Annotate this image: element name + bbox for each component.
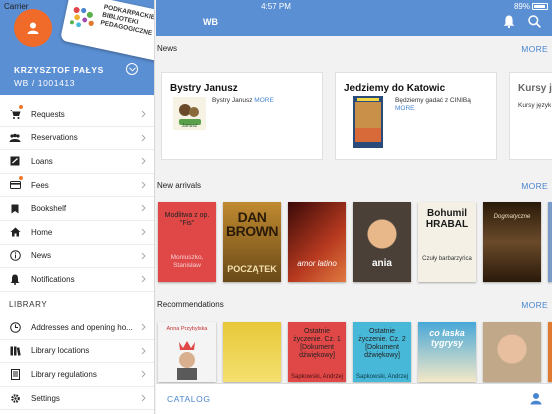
news-card[interactable]: Bystry Janusz Janusz Bystry Janusz MORE [161,72,323,160]
sidebar: PODKARPACKIE BIBLIOTEKI PEDAGOGICZNE KRZ… [0,0,155,414]
bell-icon [9,273,21,285]
library-heading: LIBRARY [9,300,48,309]
svg-text:Janusz: Janusz [182,123,198,129]
chevron-right-icon [141,157,146,165]
alert-badge [19,105,23,110]
news-card-title: Kursy j [518,83,552,94]
account-person-icon[interactable] [530,392,542,405]
chevron-right-icon [141,370,146,378]
search-icon[interactable] [528,15,541,28]
sidebar-item-requests[interactable]: Requests [0,103,154,127]
battery-percent: 89% [513,2,530,11]
document-icon [9,368,21,380]
battery-icon [532,3,548,10]
main-content: WB News MORE Bystry Janusz Janusz Bystry… [156,0,552,414]
bottom-bar: CATALOG [156,383,552,414]
news-card-title: Bystry Janusz [170,83,238,94]
news-card-more-link[interactable]: MORE [254,97,274,104]
sidebar-item-addresses[interactable]: Addresses and opening ho... [0,316,154,340]
sidebar-item-loans[interactable]: Loans [0,150,154,174]
book-cover-partial[interactable] [548,202,552,282]
books-icon [9,345,21,357]
library-menu: Addresses and opening ho... Library loca… [0,316,154,411]
battery-indicator: 89% [514,2,548,11]
cart-icon [9,105,23,120]
user-card-number: WB / 1001413 [14,78,76,88]
news-card-body: Bystry Janusz MORE [212,97,274,104]
gear-icon [9,392,21,404]
cover-portrait-image [177,341,197,380]
status-bar: Carrier 4:57 PM 89% [0,0,552,13]
news-more-link[interactable]: MORE [521,44,548,54]
sidebar-item-news[interactable]: News [0,245,154,269]
chevron-right-icon [141,228,146,236]
sidebar-item-fees[interactable]: Fees [0,174,154,198]
chevron-right-icon [141,323,146,331]
chevron-right-icon [141,394,146,402]
book-cover-partial[interactable] [548,322,552,382]
loan-icon [9,155,21,167]
book-cover[interactable]: Modlitwa z op. "Fis" Moniuszko, Stanisła… [158,202,216,282]
chevron-right-icon [141,110,146,118]
book-cover[interactable]: ania [353,202,411,282]
new-arrivals-more-link[interactable]: MORE [521,181,548,191]
book-cover[interactable] [483,322,541,382]
news-thumbnail-image [353,96,383,148]
chevron-right-icon [141,347,146,354]
chevron-right-icon [141,275,146,283]
recommendations-heading: Recommendations [157,300,224,309]
book-cover[interactable]: Dogmatyczne [483,202,541,282]
alert-badge [19,176,23,181]
recommendations-more-link[interactable]: MORE [521,300,548,310]
chevron-right-icon [141,252,146,259]
clock: 4:57 PM [261,2,291,11]
account-toggle-button[interactable] [126,63,138,75]
notifications-bell-icon[interactable] [503,15,515,28]
news-thumbnail-image: Janusz [173,97,206,130]
book-cover[interactable]: Bohumil HRABAL Czuły barbarzyńca [418,202,476,282]
card-icon [9,176,23,191]
people-icon [9,132,21,144]
news-card-title: Jedziemy do Katowic [344,83,446,94]
news-card[interactable]: Kursy j Kursy język [509,72,552,160]
book-cover[interactable]: amor latino [288,202,346,282]
news-card[interactable]: Jedziemy do Katowic Będziemy gadać z CIN… [335,72,497,160]
sidebar-item-settings[interactable]: Settings [0,387,154,411]
sidebar-item-reservations[interactable]: Reservations [0,127,154,151]
book-cover[interactable]: DAN BROWN POCZĄTEK [223,202,281,282]
account-menu: Requests Reservations Loans Fees Bookshe… [0,103,154,292]
home-icon [9,226,21,238]
avatar[interactable] [14,9,52,47]
news-card-more-link[interactable]: MORE [395,105,415,112]
person-icon [27,22,39,34]
book-cover[interactable]: co łaska tygrysy [418,322,476,382]
bookmark-icon [9,203,21,215]
book-cover[interactable] [223,322,281,382]
chevron-right-icon [141,205,146,212]
book-cover[interactable]: Ostatnie życzenie. Cz. 1 [Dokument dźwię… [288,322,346,382]
chevron-right-icon [141,134,146,141]
news-heading: News [157,44,178,53]
news-card-body: Będziemy gadać z CINIBą MORE [395,97,471,112]
book-cover[interactable]: Ostatnie życzenie. Cz. 2 [Dokument dźwię… [353,322,411,382]
chevron-right-icon [141,181,146,189]
info-icon [9,250,21,262]
sidebar-item-notifications[interactable]: Notifications [0,268,154,292]
catalog-button[interactable]: CATALOG [167,394,211,404]
news-card-body: Kursy język [518,102,552,109]
new-arrivals-heading: New arrivals [157,181,202,190]
book-cover[interactable]: Anna Przybylska [158,322,216,382]
page-title: WB [203,17,218,27]
user-header: PODKARPACKIE BIBLIOTEKI PEDAGOGICZNE KRZ… [0,0,154,95]
sidebar-item-bookshelf[interactable]: Bookshelf [0,197,154,221]
clock-icon [9,321,21,333]
user-name: KRZYSZTOF PAŁYS [14,65,104,75]
sidebar-item-home[interactable]: Home [0,221,154,245]
chevron-down-icon [128,66,136,72]
sidebar-item-library-regulations[interactable]: Library regulations [0,363,154,387]
sidebar-item-library-locations[interactable]: Library locations [0,340,154,364]
